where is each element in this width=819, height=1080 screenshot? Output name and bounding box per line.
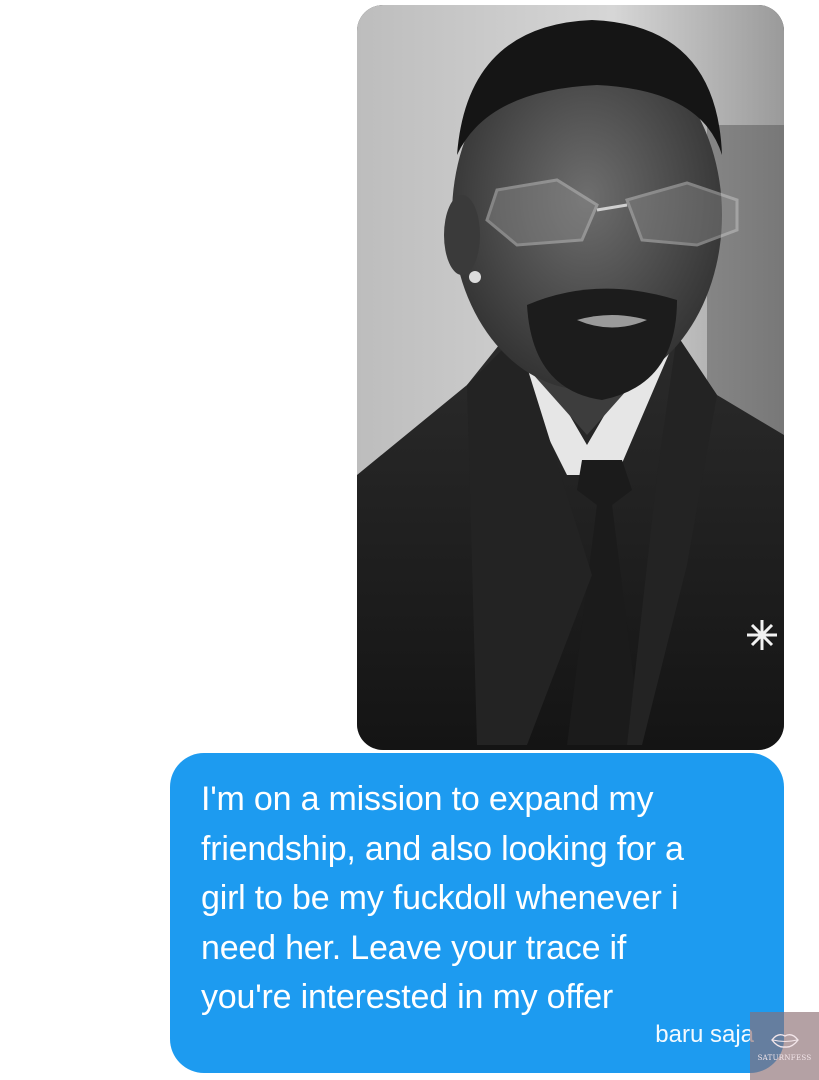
watermark-text: SATURNFESS (757, 1054, 812, 1062)
photo-message[interactable] (357, 5, 784, 750)
lips-icon (770, 1033, 799, 1048)
portrait-photo (357, 5, 784, 750)
message-text: I'm on a mission to expand my friendship… (201, 780, 684, 1016)
watermark: SATURNFESS (750, 1012, 819, 1080)
message-timestamp: baru saja (655, 1021, 754, 1048)
message-bubble[interactable]: I'm on a mission to expand my friendship… (170, 753, 784, 1073)
